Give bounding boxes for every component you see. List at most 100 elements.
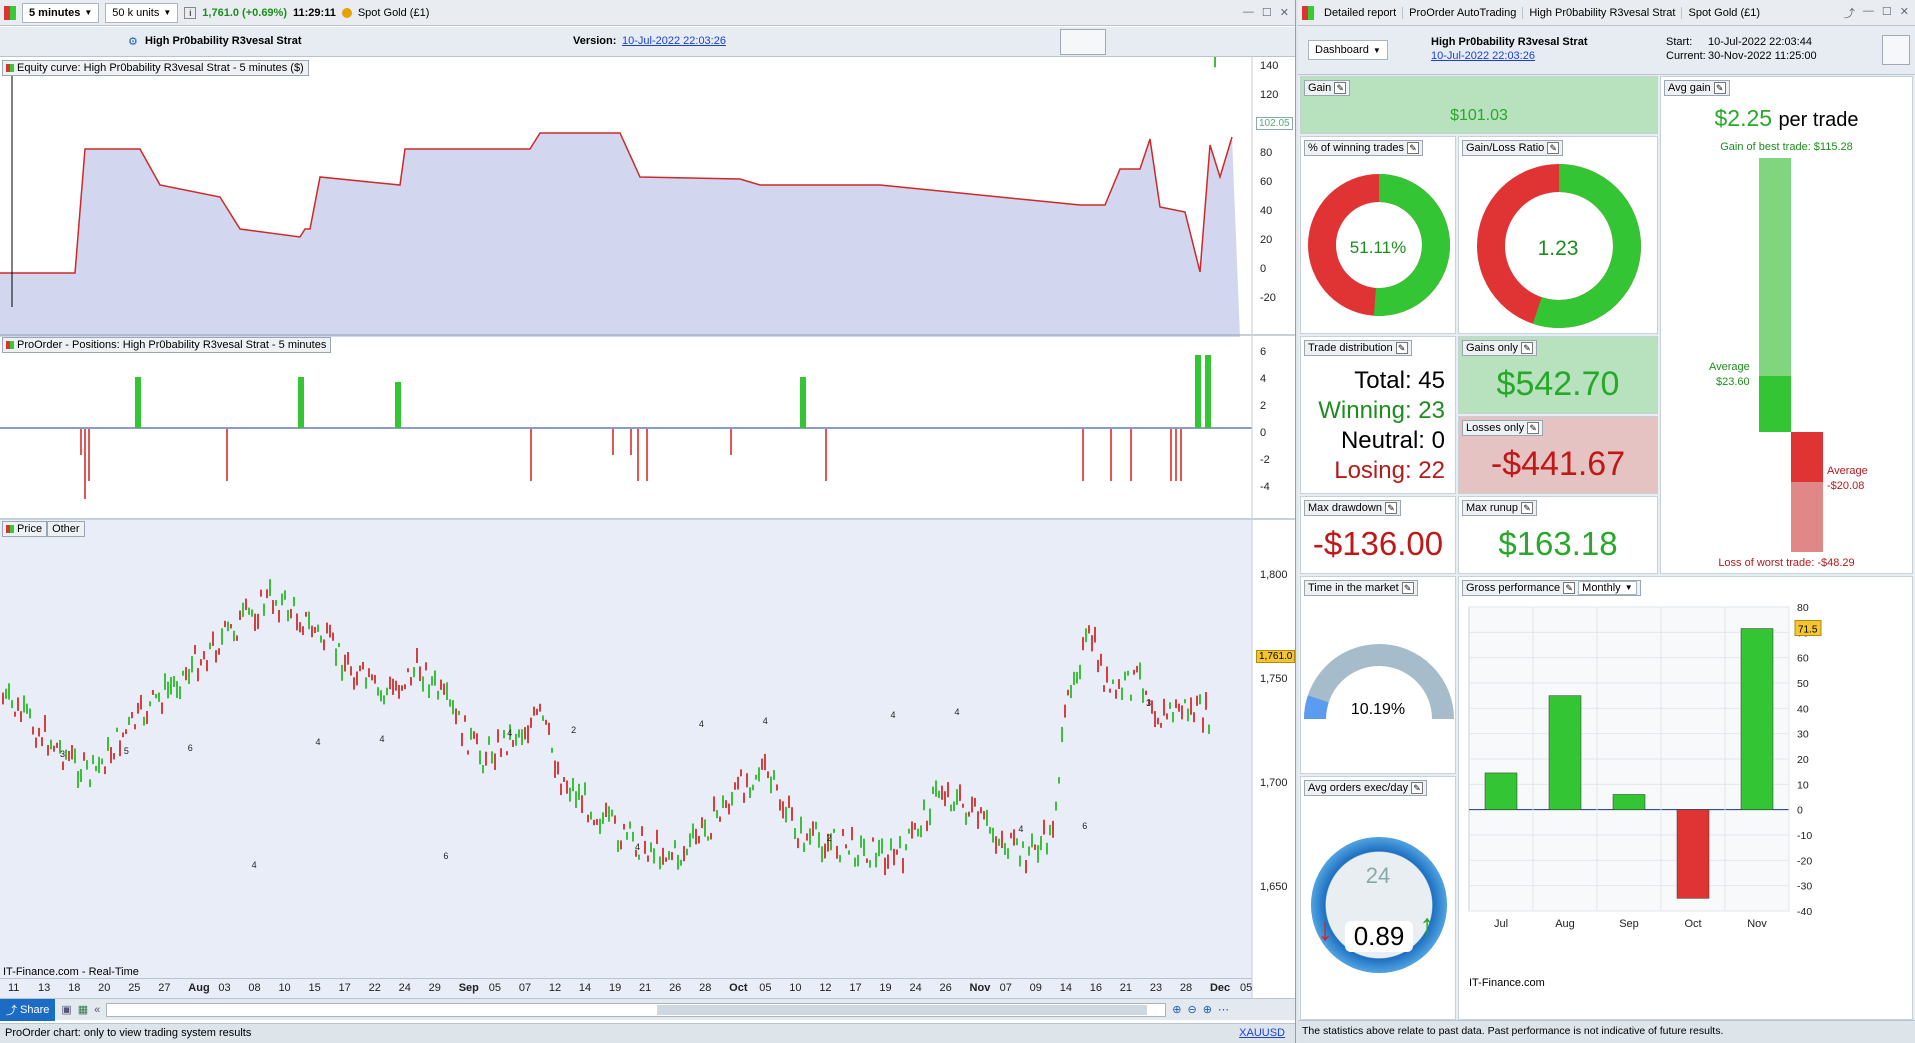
- price-candle: [1157, 717, 1159, 725]
- scroll-left-icon[interactable]: «: [94, 1004, 100, 1016]
- wrench-icon[interactable]: ✎: [1407, 142, 1419, 154]
- price-candle: [1067, 689, 1069, 696]
- price-candle: [314, 626, 316, 633]
- x-tick-label: 19: [608, 982, 622, 994]
- x-tick-label: 21: [1119, 982, 1133, 994]
- minimize-icon[interactable]: —: [1243, 6, 1254, 19]
- wrench-icon[interactable]: ✎: [1527, 422, 1540, 434]
- gross-y-tick: -30: [1797, 881, 1812, 893]
- price-candle: [1109, 688, 1111, 693]
- price-candle: [719, 816, 721, 822]
- info-icon[interactable]: i: [184, 6, 197, 19]
- dashboard-select[interactable]: Dashboard ▼: [1308, 40, 1388, 60]
- gl-ratio-value: 1.23: [1537, 237, 1579, 260]
- avg-gain-line: $2.25 per trade: [1661, 105, 1912, 132]
- price-candle: [275, 599, 277, 606]
- screenshot-icon[interactable]: ▣: [61, 1003, 71, 1016]
- y-tick-label: -2: [1260, 454, 1270, 466]
- price-candle: [1097, 659, 1099, 673]
- minimize-icon[interactable]: —: [1863, 5, 1874, 21]
- close-icon[interactable]: ✕: [1900, 5, 1909, 21]
- maximize-icon[interactable]: ☐: [1882, 5, 1892, 21]
- price-candle: [725, 800, 727, 809]
- units-value: 50 k units: [112, 6, 160, 19]
- tab-other[interactable]: Other: [47, 521, 85, 537]
- price-candle: [788, 795, 790, 809]
- wrench-icon[interactable]: ✎: [1520, 502, 1533, 514]
- price-candle: [473, 731, 475, 739]
- price-candle: [758, 767, 760, 782]
- wrench-icon[interactable]: ✎: [1401, 582, 1414, 594]
- share-button[interactable]: ⤴ Share: [0, 998, 56, 1021]
- tab-detailed-report[interactable]: Detailed report: [1318, 6, 1404, 19]
- price-candle: [977, 811, 979, 829]
- price-candle: [680, 859, 682, 866]
- version-link[interactable]: 10-Jul-2022 22:03:26: [622, 35, 726, 47]
- price-candle: [818, 832, 820, 848]
- export-report-icon[interactable]: [1882, 35, 1910, 65]
- price-candle: [308, 611, 310, 630]
- price-candle: [1196, 695, 1198, 706]
- period-select[interactable]: Monthly ▼: [1578, 581, 1637, 595]
- price-candle: [380, 690, 382, 702]
- units-select[interactable]: 50 k units ▼: [105, 2, 179, 23]
- more-icon[interactable]: ⋯: [1218, 1003, 1229, 1016]
- wrench-icon[interactable]: ✎: [1411, 782, 1424, 794]
- report-icon[interactable]: [1060, 29, 1106, 55]
- price-candle: [329, 624, 331, 638]
- wrench-icon[interactable]: ✎: [1384, 502, 1397, 514]
- maximize-icon[interactable]: ☐: [1262, 6, 1272, 19]
- avg-orders-label: Avg orders exec/day: [1308, 782, 1409, 794]
- price-candle: [17, 697, 19, 711]
- wrench-icon[interactable]: ✎: [1334, 82, 1347, 94]
- trade-marker-label: 4: [763, 716, 768, 726]
- share-icon[interactable]: ⤴: [1844, 5, 1855, 21]
- price-candle: [326, 622, 328, 634]
- price-candle: [560, 783, 562, 796]
- wrench-icon[interactable]: ✎: [1713, 82, 1726, 94]
- avg-negative-label: Average: [1827, 465, 1868, 477]
- chevron-down-icon: ▼: [163, 8, 172, 17]
- scrollbar-thumb[interactable]: [657, 1004, 1148, 1015]
- price-candle: [851, 826, 853, 841]
- wrench-icon[interactable]: ✎: [1563, 582, 1576, 594]
- price-candle: [23, 695, 25, 713]
- tab-instrument[interactable]: Spot Gold (£1): [1682, 7, 1766, 19]
- zoom-fit-icon[interactable]: ⊕: [1172, 1003, 1181, 1016]
- price-candle: [1046, 842, 1048, 855]
- wrench-icon[interactable]: ✎: [1547, 142, 1560, 154]
- price-candle: [896, 849, 898, 855]
- chart-type-icon[interactable]: [4, 5, 16, 20]
- price-candle: [209, 642, 211, 650]
- timeframe-select[interactable]: 5 minutes ▼: [22, 2, 100, 23]
- chart-bottom-toolbar: ⤴ Share ▣ ▦ « ⊕ ⊖ ⊕ ⋯: [0, 998, 1295, 1021]
- price-candle: [110, 747, 112, 764]
- report-strategy-date[interactable]: 10-Jul-2022 22:03:26: [1431, 50, 1535, 62]
- price-candle: [71, 745, 73, 760]
- winning-trades: Winning: 23: [1318, 397, 1445, 424]
- price-candle: [491, 751, 493, 764]
- wrench-icon[interactable]: ✎: [1395, 342, 1408, 354]
- zoom-out-icon[interactable]: ⊖: [1188, 1003, 1197, 1016]
- price-candle: [443, 683, 445, 695]
- wrench-icon[interactable]: ✎: [1520, 342, 1533, 354]
- price-candle: [785, 806, 787, 823]
- price-candle: [854, 857, 856, 867]
- price-candle: [533, 706, 535, 716]
- short-position-bar: [88, 429, 90, 481]
- x-tick-label: 26: [939, 982, 952, 994]
- price-candle: [515, 733, 517, 746]
- tab-autotrading[interactable]: ProOrder AutoTrading: [1403, 6, 1524, 19]
- zoom-in-icon[interactable]: ⊕: [1203, 1003, 1212, 1016]
- close-icon[interactable]: ✕: [1280, 6, 1289, 19]
- price-candle: [779, 799, 781, 811]
- export-icon[interactable]: ▦: [78, 1003, 88, 1016]
- price-candle: [263, 603, 265, 616]
- best-trade-bar: [1759, 158, 1791, 376]
- tab-strategy[interactable]: High Pr0bability R3vesal Strat: [1523, 6, 1683, 19]
- winning-pct-title: % of winning trades ✎: [1304, 140, 1423, 156]
- tab-price[interactable]: Price: [2, 521, 48, 537]
- price-candle: [113, 753, 115, 760]
- up-arrow-icon: ↑: [1419, 907, 1435, 943]
- horizontal-scrollbar[interactable]: [106, 1002, 1167, 1017]
